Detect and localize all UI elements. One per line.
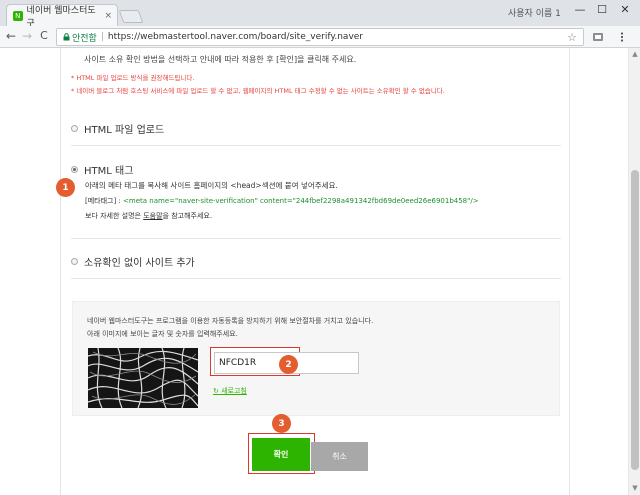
forward-button[interactable]: → (20, 29, 34, 43)
meta-tag-line: [메타태그] : <meta name="naver-site-verifica… (85, 196, 479, 206)
option-no-verify[interactable]: 소유확인 없이 사이트 추가 (71, 254, 195, 269)
html-tag-description: 아래의 메타 태그를 복사해 사이트 홈페이지의 <head>섹션에 붙여 넣어… (85, 181, 338, 190)
secure-indicator[interactable]: 안전함 (63, 31, 97, 44)
captcha-section: 네이버 웹마스터도구는 프로그램을 이용한 자동등록을 방지하기 위해 보안절차… (72, 301, 560, 416)
radio-file-upload[interactable] (71, 125, 78, 132)
maximize-button[interactable]: ☐ (592, 3, 612, 16)
step-marker-3: 3 (272, 414, 291, 433)
captcha-refresh-link[interactable]: ↻ 새로고침 (213, 386, 247, 396)
option-html-tag-label: HTML 태그 (84, 166, 134, 177)
refresh-label: 새로고침 (221, 387, 247, 395)
new-tab-button[interactable] (118, 10, 144, 23)
divider (71, 278, 561, 279)
scroll-thumb[interactable] (631, 170, 639, 470)
browser-titlebar: N 네이버 웹마스터도구 × 사용자 이름 1 — ☐ ✕ (0, 0, 640, 29)
url-text[interactable]: https://webmastertool.naver.com/board/si… (108, 32, 363, 42)
browser-toolbar: ← → C 안전함 | https://webmastertool.naver.… (0, 26, 640, 48)
help-pre: 보다 자세한 설명은 (85, 212, 141, 220)
captcha-info-1: 네이버 웹마스터도구는 프로그램을 이용한 자동등록을 방지하기 위해 보안절차… (87, 317, 374, 325)
note-recommend: * HTML 파일 업로드 방식을 권장해드립니다. (71, 74, 195, 82)
url-separator: | (100, 32, 104, 42)
divider (71, 145, 561, 146)
close-window-button[interactable]: ✕ (615, 3, 635, 16)
bookmark-star-icon[interactable]: ☆ (567, 31, 577, 44)
help-post: 을 참고해주세요. (162, 212, 213, 220)
option-html-tag[interactable]: HTML 태그 (71, 162, 133, 177)
scroll-up-icon[interactable]: ▲ (629, 50, 640, 58)
meta-tag-code[interactable]: <meta name="naver-site-verification" con… (123, 197, 479, 205)
step-marker-1: 1 (56, 178, 75, 197)
page-scrollbar[interactable]: ▲ ▼ (628, 48, 640, 495)
tab-title: 네이버 웹마스터도구 (26, 5, 96, 29)
radio-no-verify[interactable] (71, 258, 78, 265)
meta-tag-label: [메타태그] : (85, 197, 121, 205)
scroll-down-icon[interactable]: ▼ (629, 484, 640, 492)
option-file-upload-label: HTML 파일 업로드 (84, 125, 165, 136)
page-viewport: 사이트 소유 확인 방법을 선택하고 안내에 따라 적용한 후 [확인]을 클릭… (0, 48, 628, 495)
reload-button[interactable]: C (37, 29, 51, 42)
secure-label: 안전함 (72, 33, 97, 44)
help-line: 보다 자세한 설명은 도움말을 참고해주세요. (85, 211, 212, 221)
back-button[interactable]: ← (4, 29, 18, 43)
menu-dots-icon[interactable] (616, 31, 628, 43)
extension-icon[interactable] (592, 31, 604, 43)
browser-user-name[interactable]: 사용자 이름 1 (508, 6, 561, 19)
captcha-image (88, 348, 198, 408)
tab-close-icon[interactable]: × (104, 11, 112, 21)
lock-icon (63, 33, 70, 41)
cancel-button[interactable]: 취소 (311, 442, 368, 471)
step-marker-2: 2 (279, 355, 298, 374)
option-no-verify-label: 소유확인 없이 사이트 추가 (84, 258, 195, 269)
refresh-icon: ↻ (213, 387, 219, 395)
site-verify-panel: 사이트 소유 확인 방법을 선택하고 안내에 따라 적용한 후 [확인]을 클릭… (60, 48, 570, 495)
minimize-button[interactable]: — (570, 3, 590, 16)
intro-text: 사이트 소유 확인 방법을 선택하고 안내에 따라 적용한 후 [확인]을 클릭… (84, 55, 357, 64)
option-file-upload[interactable]: HTML 파일 업로드 (71, 121, 164, 136)
address-bar[interactable]: 안전함 | https://webmastertool.naver.com/bo… (56, 28, 584, 46)
naver-favicon-icon: N (13, 10, 23, 21)
captcha-info-2: 아래 이미지에 보이는 글자 및 숫자를 입력해주세요. (87, 330, 238, 338)
divider (71, 238, 561, 239)
browser-tab[interactable]: N 네이버 웹마스터도구 × (6, 4, 118, 29)
radio-html-tag[interactable] (71, 166, 78, 173)
confirm-button[interactable]: 확인 (252, 438, 310, 471)
help-link[interactable]: 도움말 (143, 212, 162, 220)
note-blog-warning: * 네이버 블로그 처럼 호스팅 서비스에 파일 업로드 할 수 없고, 웹페이… (71, 87, 445, 95)
